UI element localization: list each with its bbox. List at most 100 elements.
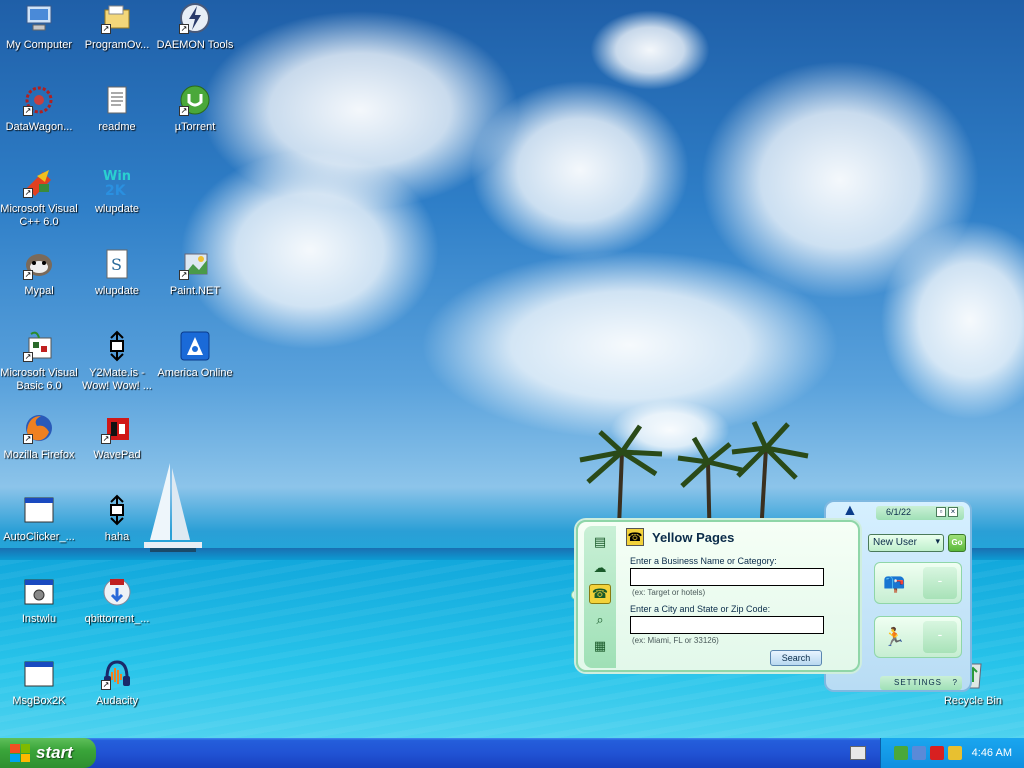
desktop-icon-label: qbittorrent_... <box>84 613 150 625</box>
windows-logo-icon <box>10 744 30 762</box>
system-tray: 4:46 AM <box>880 738 1024 768</box>
desktop-icon-wavepad[interactable]: ↗ WavePad <box>78 412 156 462</box>
desktop-icon-label: America Online <box>157 367 233 379</box>
yellow-pages-tab-icon[interactable]: ☎ <box>589 584 611 604</box>
svg-text:2K: 2K <box>105 183 127 198</box>
aim-date: 6/1/22 <box>886 507 912 517</box>
desktop-icon-autoclicker[interactable]: AutoClicker_... <box>0 494 78 544</box>
desktop-icon-label: readme <box>98 121 136 133</box>
network-tray-icon[interactable] <box>911 746 926 760</box>
desktop-icon-visual-basic[interactable]: ↗ Microsoft Visual Basic 6.0 <box>0 330 78 393</box>
desktop-icon-label: WavePad <box>93 449 141 461</box>
daemon-tools-tray-icon[interactable] <box>929 746 944 760</box>
daemon-tools-icon: ↗ <box>179 2 211 34</box>
desktop-icon-paint-net[interactable]: ↗ Paint.NET <box>156 248 234 298</box>
desktop-icon-programov[interactable]: ↗ ProgramOv... <box>78 2 156 52</box>
desktop-icon-label: Mozilla Firefox <box>3 449 75 461</box>
location-field-hint: (ex: Miami, FL or 33126) <box>632 636 719 645</box>
desktop-icon-wlupdate-script[interactable]: S wlupdate <box>78 248 156 298</box>
business-field-label: Enter a Business Name or Category: <box>630 556 777 566</box>
aim-tray-icon[interactable] <box>947 746 962 760</box>
cloud <box>470 80 690 260</box>
mypal-icon: ↗ <box>23 248 55 280</box>
desktop-icon-msgbox2k[interactable]: MsgBox2K <box>0 658 78 708</box>
computer-icon <box>23 2 55 34</box>
desktop-icon-readme[interactable]: readme <box>78 84 156 134</box>
desktop-icon-label: Mypal <box>24 285 54 297</box>
qbittorrent-icon <box>101 576 133 608</box>
desktop-icon-label: Microsoft Visual Basic 6.0 <box>0 367 78 392</box>
search-button[interactable]: Search <box>770 650 822 666</box>
svg-text:S: S <box>111 255 122 274</box>
news-tab-icon[interactable]: ▤ <box>589 532 611 552</box>
desktop-icon-label: Recycle Bin <box>943 695 1003 707</box>
location-field-label: Enter a City and State or Zip Code: <box>630 604 771 614</box>
desktop-icon-my-computer[interactable]: My Computer <box>0 2 78 52</box>
shortcut-arrow-icon: ↗ <box>101 434 111 444</box>
desktop-icon-label: DataWagon... <box>5 121 73 133</box>
desktop-icon-label: DAEMON Tools <box>156 39 234 51</box>
text-document-icon <box>101 84 133 116</box>
desktop-icon-label: Microsoft Visual C++ 6.0 <box>0 203 78 228</box>
yellow-pages-logo-icon: ☎ <box>626 528 644 546</box>
aim-settings-button[interactable]: SETTINGS ? <box>880 676 962 690</box>
shortcut-arrow-icon: ↗ <box>101 680 111 690</box>
desktop-icon-america-online[interactable]: America Online <box>156 330 234 380</box>
minimize-icon[interactable]: ▫ <box>936 507 946 517</box>
desktop-icon-audacity[interactable]: ↗ Audacity <box>78 658 156 708</box>
start-button[interactable]: start <box>0 738 96 768</box>
aim-mail-dropdown[interactable]: - <box>923 567 957 599</box>
clock[interactable]: 4:46 AM <box>972 747 1012 759</box>
desktop-icon-daemon-tools[interactable]: ↗ DAEMON Tools <box>156 2 234 52</box>
window-icon <box>23 494 55 526</box>
utorrent-tray-icon[interactable] <box>893 746 908 760</box>
keyboard-icon[interactable] <box>850 746 866 760</box>
yellow-pages-panel: ▤ ☁ ☎ ⌕ ▦ ☎ Yellow Pages Enter a Busines… <box>576 520 860 672</box>
map-tab-icon[interactable]: ▦ <box>589 636 611 656</box>
shortcut-arrow-icon: ↗ <box>23 434 33 444</box>
win2000-icon: Win 2K <box>101 166 133 199</box>
weather-tab-icon[interactable]: ☁ <box>589 558 611 578</box>
shortcut-arrow-icon: ↗ <box>101 24 111 34</box>
aim-buddy-dropdown[interactable]: - <box>923 621 957 653</box>
desktop-icon-label: wlupdate <box>94 285 140 297</box>
help-icon[interactable]: ? <box>953 676 958 690</box>
mailbox-icon: 📪 <box>883 573 906 593</box>
desktop-icon-instwlu[interactable]: Instwlu <box>0 576 78 626</box>
folder-icon: ↗ <box>101 2 133 34</box>
aim-running-man-icon[interactable]: ▲ <box>842 502 858 520</box>
aim-user-select[interactable]: New User ▾ <box>868 534 944 552</box>
desktop-icon-label: My Computer <box>5 39 73 51</box>
desktop-icon-label: AutoClicker_... <box>3 531 75 543</box>
close-icon[interactable]: × <box>948 507 958 517</box>
aim-mail-button[interactable]: 📪 - <box>874 562 962 604</box>
taskbar: start 4:46 AM <box>0 738 1024 768</box>
datawagon-icon: ↗ <box>23 84 55 116</box>
desktop-icon-qbittorrent[interactable]: qbittorrent_... <box>78 576 156 626</box>
desktop-icon-datawagon[interactable]: ↗ DataWagon... <box>0 84 78 134</box>
yellow-pages-tab-bar: ▤ ☁ ☎ ⌕ ▦ <box>584 526 616 668</box>
desktop-icon-mypal[interactable]: ↗ Mypal <box>0 248 78 298</box>
desktop-icon-firefox[interactable]: ↗ Mozilla Firefox <box>0 412 78 462</box>
aim-buddy-button[interactable]: 🏃 - <box>874 616 962 658</box>
desktop-icon-wlupdate-exe[interactable]: Win 2K wlupdate <box>78 166 156 216</box>
desktop-icon-visual-cpp[interactable]: ↗ Microsoft Visual C++ 6.0 <box>0 166 78 229</box>
installer-icon <box>23 576 55 608</box>
shortcut-arrow-icon: ↗ <box>23 106 33 116</box>
search-tab-icon[interactable]: ⌕ <box>589 610 611 630</box>
aim-go-button[interactable]: Go <box>948 534 966 552</box>
business-name-input[interactable] <box>630 568 824 586</box>
utorrent-icon: ↗ <box>179 84 211 116</box>
desktop-icon-label: Y2Mate.is - Wow! Wow! ... <box>82 367 152 392</box>
location-input[interactable] <box>630 616 824 634</box>
desktop-icon-label: ProgramOv... <box>84 39 150 51</box>
move-icon <box>101 330 133 362</box>
desktop-icon-y2mate[interactable]: Y2Mate.is - Wow! Wow! ... <box>78 330 156 393</box>
desktop-icon-utorrent[interactable]: ↗ µTorrent <box>156 84 234 134</box>
shortcut-arrow-icon: ↗ <box>179 270 189 280</box>
visual-basic-icon: ↗ <box>23 330 55 362</box>
desktop-icon-label: wlupdate <box>94 203 140 215</box>
desktop-icon-label: Paint.NET <box>169 285 221 297</box>
desktop-icon-haha[interactable]: haha <box>78 494 156 544</box>
svg-text:Win: Win <box>103 169 131 184</box>
